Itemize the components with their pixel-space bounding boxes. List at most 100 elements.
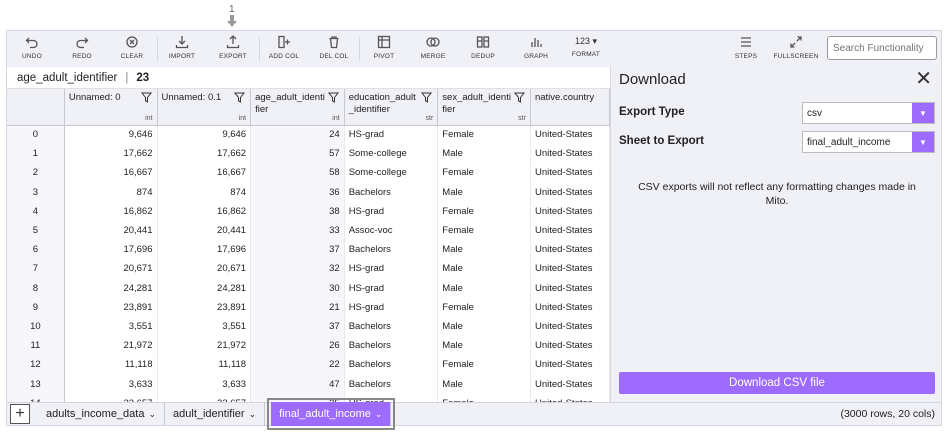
- table-cell[interactable]: United-States: [530, 125, 610, 145]
- table-cell[interactable]: HS-grad: [344, 278, 439, 298]
- row-index[interactable]: 0: [7, 125, 65, 145]
- table-cell[interactable]: Bachelors: [344, 240, 439, 260]
- column-header[interactable]: native.country: [530, 89, 610, 126]
- table-cell[interactable]: Bachelors: [344, 336, 439, 356]
- table-cell[interactable]: United-States: [530, 182, 610, 202]
- column-header[interactable]: sex_adult_identifier str: [437, 89, 531, 126]
- table-row[interactable]: 12 11,118 11,118 22 Bachelors Female United-St…: [7, 355, 610, 375]
- table-row[interactable]: 1 17,662 17,662 57 Some-college Male United-St…: [7, 144, 610, 164]
- table-cell[interactable]: 23,657: [64, 393, 158, 402]
- table-cell[interactable]: 17,662: [157, 144, 252, 164]
- table-cell[interactable]: 20,441: [157, 220, 252, 241]
- download-csv-button[interactable]: Download CSV file: [619, 372, 935, 394]
- row-index[interactable]: 12: [7, 355, 65, 375]
- chevron-down-icon[interactable]: ⌄: [148, 409, 156, 420]
- table-cell[interactable]: Bachelors: [344, 316, 439, 337]
- table-cell[interactable]: 11,118: [64, 355, 158, 375]
- table-cell[interactable]: Male: [437, 278, 531, 298]
- row-index[interactable]: 14: [7, 393, 65, 402]
- table-cell[interactable]: 22: [250, 355, 345, 375]
- column-header[interactable]: education_adult_identifier str: [344, 89, 439, 126]
- column-header[interactable]: age_adult_identifier int: [250, 89, 345, 126]
- table-cell[interactable]: 20,671: [157, 259, 252, 279]
- table-row[interactable]: 10 3,551 3,551 37 Bachelors Male United-States: [7, 316, 610, 337]
- table-cell[interactable]: United-States: [530, 278, 610, 298]
- sheet-tab[interactable]: adults_income_data ⌄: [38, 402, 166, 426]
- table-cell[interactable]: 9,646: [157, 125, 252, 145]
- row-index[interactable]: 3: [7, 182, 65, 202]
- table-row[interactable]: 1423,65723,65735HS-gradFemaleUnited-Stat…: [7, 393, 610, 402]
- row-index[interactable]: 5: [7, 220, 65, 241]
- row-index[interactable]: 7: [7, 259, 65, 279]
- row-index[interactable]: 6: [7, 240, 65, 260]
- table-cell[interactable]: Male: [437, 182, 531, 202]
- table-cell[interactable]: United-States: [530, 163, 610, 183]
- steps-button[interactable]: STEPS: [731, 31, 761, 67]
- table-cell[interactable]: 47: [250, 374, 345, 394]
- row-index[interactable]: 2: [7, 163, 65, 183]
- add-column-button[interactable]: ADD COL: [267, 31, 301, 67]
- table-cell[interactable]: 3,633: [64, 374, 158, 394]
- table-cell[interactable]: Male: [437, 240, 531, 260]
- filter-icon[interactable]: [234, 92, 246, 103]
- table-row[interactable]: 7 20,671 20,671 32 HS-grad Male United-States: [7, 259, 610, 279]
- table-row[interactable]: 6 17,696 17,696 37 Bachelors Male United-State…: [7, 240, 610, 260]
- table-cell[interactable]: Female: [437, 355, 531, 375]
- table-cell[interactable]: 17,696: [64, 240, 158, 260]
- table-cell[interactable]: Male: [437, 316, 531, 337]
- table-cell[interactable]: Bachelors: [344, 374, 439, 394]
- column-header[interactable]: Unnamed: 0 int: [64, 89, 158, 126]
- table-cell[interactable]: United-States: [530, 201, 610, 221]
- table-cell[interactable]: 26: [250, 336, 345, 356]
- table-cell[interactable]: 30: [250, 278, 345, 298]
- filter-icon[interactable]: [421, 92, 433, 103]
- filter-icon[interactable]: [140, 92, 152, 103]
- fullscreen-button[interactable]: FULLSCREEN: [773, 31, 819, 67]
- table-cell[interactable]: United-States: [530, 393, 610, 402]
- table-cell[interactable]: Assoc-voc: [344, 220, 439, 241]
- table-row[interactable]: 2 16,667 16,667 58 Some-college Female United-…: [7, 163, 610, 183]
- table-cell[interactable]: 3,551: [157, 316, 252, 337]
- import-button[interactable]: IMPORT: [167, 31, 197, 67]
- table-row[interactable]: 8 24,281 24,281 30 HS-grad Male United-States: [7, 278, 610, 298]
- table-cell[interactable]: United-States: [530, 259, 610, 279]
- table-row[interactable]: 5 20,441 20,441 33 Assoc-voc Female United-Sta…: [7, 220, 610, 241]
- export-button[interactable]: EXPORT: [215, 31, 251, 67]
- table-cell[interactable]: Male: [437, 259, 531, 279]
- table-row[interactable]: 11 21,972 21,972 26 Bachelors Male United-Stat…: [7, 336, 610, 356]
- table-cell[interactable]: Some-college: [344, 144, 439, 164]
- table-cell[interactable]: HS-grad: [344, 201, 439, 221]
- table-row[interactable]: 3 874 874 36 Bachelors Male United-States: [7, 182, 610, 202]
- table-cell[interactable]: Female: [437, 393, 531, 402]
- table-cell[interactable]: United-States: [530, 240, 610, 260]
- table-cell[interactable]: 21,972: [157, 336, 252, 356]
- add-sheet-button[interactable]: +: [10, 404, 30, 424]
- table-cell[interactable]: United-States: [530, 297, 610, 317]
- table-cell[interactable]: United-States: [530, 144, 610, 164]
- table-cell[interactable]: 58: [250, 163, 345, 183]
- chevron-down-icon[interactable]: ⌄: [375, 409, 383, 420]
- chevron-down-icon[interactable]: ⌄: [249, 409, 257, 420]
- export-type-select[interactable]: csv ▼: [802, 102, 935, 124]
- table-cell[interactable]: Male: [437, 374, 531, 394]
- column-header[interactable]: Unnamed: 0.1 int: [157, 89, 252, 126]
- table-cell[interactable]: Some-college: [344, 163, 439, 183]
- table-cell[interactable]: United-States: [530, 336, 610, 356]
- table-cell[interactable]: 21,972: [64, 336, 158, 356]
- table-cell[interactable]: 20,671: [64, 259, 158, 279]
- table-cell[interactable]: 24: [250, 125, 345, 145]
- table-cell[interactable]: 36: [250, 182, 345, 202]
- table-cell[interactable]: Female: [437, 201, 531, 221]
- table-cell[interactable]: HS-grad: [344, 125, 439, 145]
- pivot-button[interactable]: PIVOT: [369, 31, 399, 67]
- table-cell[interactable]: HS-grad: [344, 393, 439, 402]
- row-index[interactable]: 9: [7, 297, 65, 317]
- table-cell[interactable]: Male: [437, 144, 531, 164]
- table-cell[interactable]: 17,662: [64, 144, 158, 164]
- table-cell[interactable]: 24,281: [64, 278, 158, 298]
- table-cell[interactable]: 3,633: [157, 374, 252, 394]
- table-cell[interactable]: 37: [250, 316, 345, 337]
- graph-button[interactable]: GRAPH: [521, 31, 551, 67]
- table-cell[interactable]: United-States: [530, 316, 610, 337]
- table-cell[interactable]: 16,862: [64, 201, 158, 221]
